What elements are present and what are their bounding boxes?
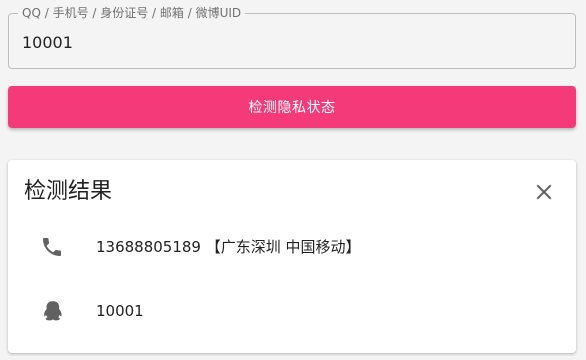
close-button[interactable] xyxy=(530,178,558,206)
search-field[interactable]: QQ / 手机号 / 身份证号 / 邮箱 / 微博UID xyxy=(8,6,576,69)
result-phone-text: 13688805189 【广东深圳 中国移动】 xyxy=(96,238,361,256)
result-row-phone: 13688805189 【广东深圳 中国移动】 xyxy=(8,227,576,267)
result-qq-text: 10001 xyxy=(96,302,144,320)
result-title: 检测结果 xyxy=(24,179,113,204)
result-row-qq: 10001 xyxy=(8,291,576,331)
check-privacy-button[interactable]: 检测隐私状态 xyxy=(8,86,576,128)
search-field-label: QQ / 手机号 / 身份证号 / 邮箱 / 微博UID xyxy=(18,6,246,20)
phone-icon xyxy=(43,238,61,256)
result-card: 检测结果 13688805189 【广东深圳 中国移动】 10001 xyxy=(8,160,576,353)
search-input[interactable] xyxy=(22,30,552,54)
qq-penguin-icon xyxy=(44,301,62,321)
close-icon xyxy=(536,184,552,200)
